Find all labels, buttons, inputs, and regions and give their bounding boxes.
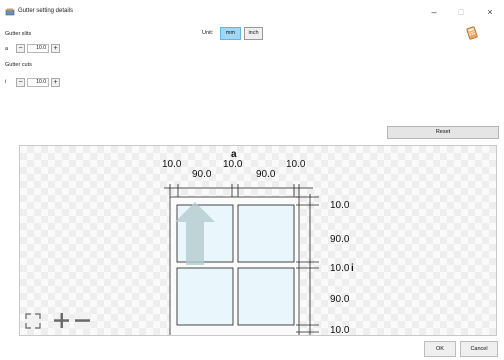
gutter-settings-icon [5,8,15,16]
reset-button[interactable]: Reset [387,126,499,139]
maximize-button[interactable]: □ [454,6,468,18]
right-dim-3: 10.0 [330,263,350,274]
top-dim-4: 90.0 [256,169,276,180]
unit-inch-button[interactable]: inch [244,27,263,40]
layout-preview: a 10.0 90.0 10.0 90.0 10.0 10.0 90.0 10.… [19,145,497,336]
fit-to-window-icon[interactable] [25,313,41,329]
top-dim-1: 10.0 [162,159,182,170]
gutter-cuts-label: Gutter cuts [5,62,32,68]
gutter-cuts-stepper: − 10.0 + [16,77,60,88]
right-dim-5: 10.0 [330,325,350,336]
title-bar: Gutter setting details – □ × [0,0,504,24]
window-title: Gutter setting details [18,8,74,14]
zoom-out-icon[interactable] [74,312,91,329]
right-dim-4: 90.0 [330,294,350,305]
layout-preview-canvas: a 10.0 90.0 10.0 90.0 10.0 10.0 90.0 10.… [25,149,354,336]
gutter-cuts-decrement-button[interactable]: − [16,78,25,87]
ok-button[interactable]: OK [424,341,456,357]
minimize-button[interactable]: – [427,6,441,18]
zoom-in-icon[interactable] [53,312,70,329]
right-dimension-line [296,194,319,335]
gutter-slits-input[interactable]: 10.0 [27,44,49,53]
gutter-cuts-param: i [5,79,7,85]
top-dim-3: 10.0 [223,159,243,170]
gutter-cuts-input[interactable]: 10.0 [27,78,49,87]
cell-4 [237,267,295,326]
calculator-icon[interactable] [465,26,479,40]
gutter-slits-label: Gutter slits [5,31,32,37]
right-dim-2: 90.0 [330,234,350,245]
cell-2 [237,204,295,263]
cell-3 [176,267,234,326]
gutter-cuts-increment-button[interactable]: + [51,78,60,87]
unit-mm-button[interactable]: mm [220,27,241,40]
gutter-slits-param: a [5,46,9,52]
right-dim-1: 10.0 [330,200,350,211]
close-button[interactable]: × [483,6,497,18]
row-gap-label: i [351,263,354,274]
top-dim-5: 10.0 [286,159,306,170]
gutter-slits-increment-button[interactable]: + [51,44,60,53]
gutter-slits-decrement-button[interactable]: − [16,44,25,53]
gutter-slits-stepper: − 10.0 + [16,43,60,54]
cancel-button[interactable]: Cancel [460,341,498,357]
unit-label: Unit: [202,30,214,36]
top-dim-2: 90.0 [192,169,212,180]
